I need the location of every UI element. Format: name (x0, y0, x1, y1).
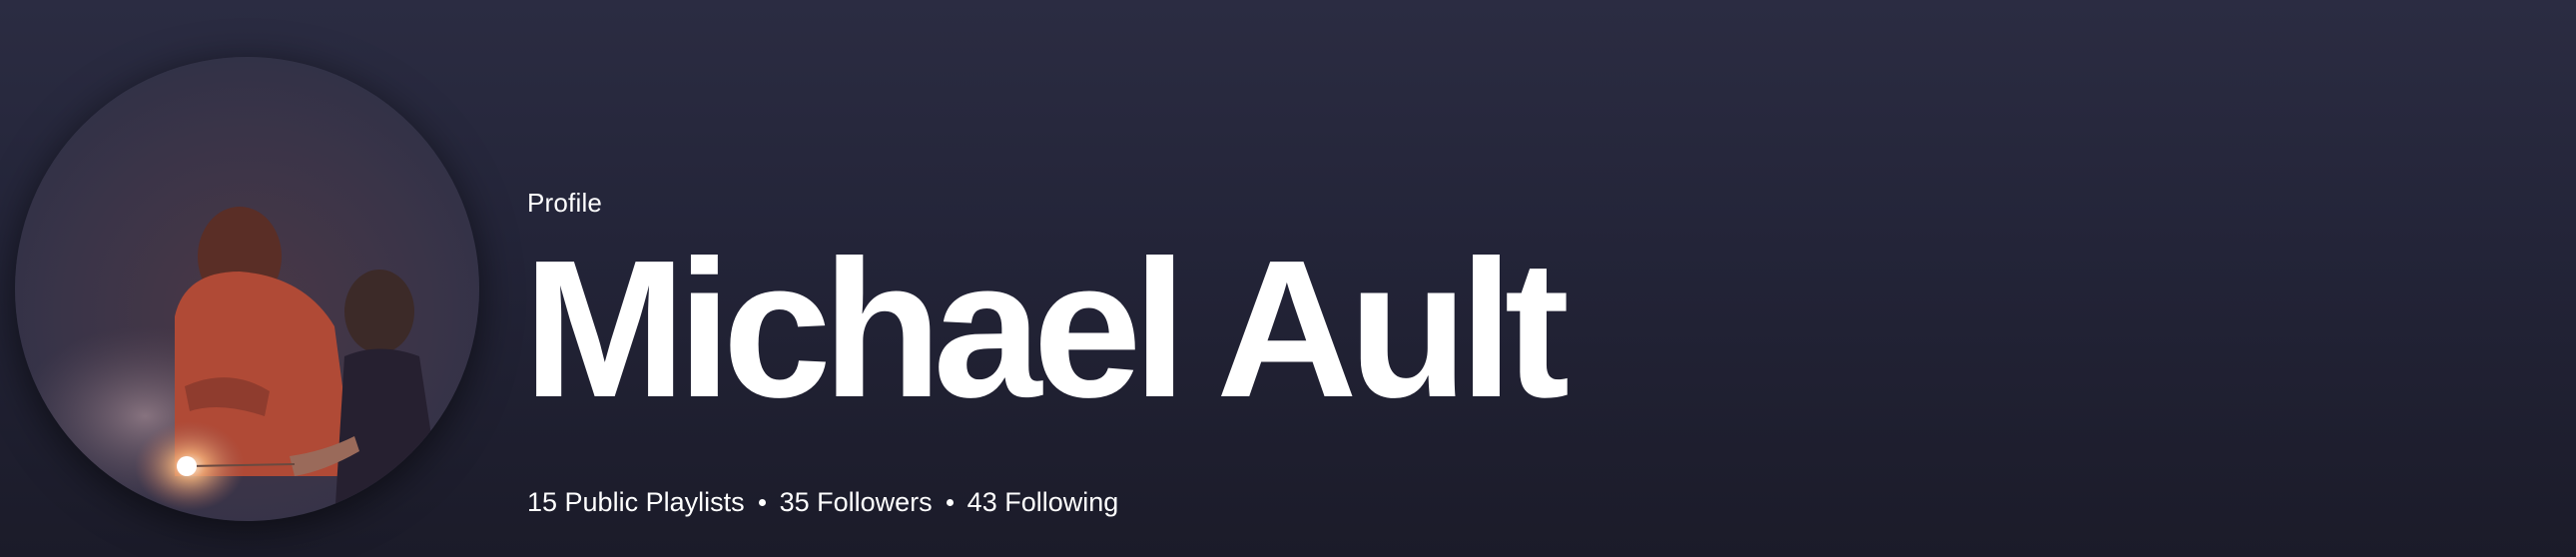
avatar-photo (15, 57, 479, 521)
separator-dot (758, 499, 766, 506)
followers-link[interactable]: 35 Followers (780, 487, 933, 518)
public-playlists-count: 15 Public Playlists (527, 487, 745, 517)
following-link[interactable]: 43 Following (967, 487, 1119, 518)
profile-type-label: Profile (527, 188, 603, 218)
separator-dot (946, 499, 954, 506)
profile-name[interactable]: Michael Ault (523, 232, 1570, 427)
profile-header: Profile Michael Ault 15 Public Playlists… (0, 0, 2576, 557)
profile-stats: 15 Public Playlists 35 Followers 43 Foll… (527, 487, 1118, 518)
profile-info: Profile Michael Ault 15 Public Playlists… (523, 0, 2576, 557)
profile-avatar[interactable] (15, 57, 479, 521)
